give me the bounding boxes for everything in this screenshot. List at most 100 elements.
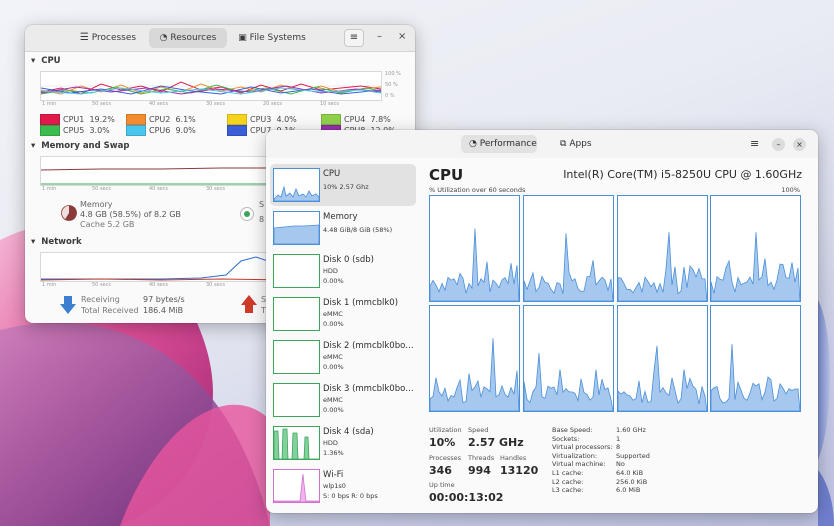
sidebar-item-name: CPU	[323, 169, 341, 179]
sidebar-thumbnail-graph	[273, 426, 320, 460]
cpu-name: CPU3	[250, 115, 272, 124]
time-label: 50 secs	[92, 101, 111, 107]
total-received-label: Total Received	[81, 306, 139, 315]
close-button[interactable]: ×	[793, 138, 806, 151]
time-label: 1 min	[42, 101, 57, 107]
swap-pie-icon	[240, 207, 254, 221]
cpu-detail-panel: CPU Intel(R) Core(TM) i5-8250U CPU @ 1.6…	[426, 158, 818, 513]
memory-history-chart	[40, 156, 292, 186]
network-history-chart	[40, 252, 292, 282]
handles-value: 13120	[500, 464, 539, 477]
chart-subtitle: % Utilization over 60 seconds	[429, 186, 526, 194]
sidebar-item-detail: 0.00%	[323, 406, 344, 414]
cpu-history-chart	[40, 71, 382, 101]
network-section-header[interactable]: ▾ Network	[31, 237, 82, 247]
receiving-label: Receiving	[81, 295, 120, 304]
tab-apps[interactable]: ⧉ Apps	[554, 135, 604, 153]
sidebar-item[interactable]: Disk 0 (sdb) HDD 0.00%	[270, 250, 416, 292]
time-label: 30 secs	[206, 282, 225, 288]
color-swatch[interactable]	[227, 125, 247, 136]
sidebar-item[interactable]: Disk 3 (mmcblk0bo… eMMC 0.00%	[270, 379, 416, 421]
cpu-usage: 3.0%	[89, 126, 110, 135]
cpu-core-graph	[617, 305, 708, 412]
sidebar-item-name: Memory	[323, 212, 358, 222]
sidebar-item[interactable]: Wi-Fi wlp1s0 S: 0 bps R: 0 bps	[270, 465, 416, 507]
tab-resources[interactable]: ◔ Resources	[149, 28, 227, 48]
uptime-label: Up time	[429, 481, 455, 489]
cpu-usage: 7.8%	[370, 115, 391, 124]
detail-key: Base Speed:	[552, 426, 593, 434]
sidebar-thumbnail-graph	[273, 469, 320, 503]
detail-value: 64.0 KiB	[616, 469, 644, 477]
sidebar-thumbnail-graph	[273, 297, 320, 331]
sidebar-item-detail: 10% 2.57 Ghz	[323, 183, 369, 191]
time-label: 1 min	[42, 186, 57, 192]
sidebar-item-detail: 4.48 GiB/8 GiB (58%)	[323, 226, 393, 234]
sidebar-item-detail: S: 0 bps R: 0 bps	[323, 492, 378, 500]
cpu-core-graph	[523, 195, 614, 302]
detail-value: Supported	[616, 451, 650, 460]
detail-value: 1.60 GHz	[616, 426, 646, 434]
cpu-core-graph	[429, 305, 520, 412]
cpu-legend-item[interactable]: CPU6 9.0%	[126, 125, 196, 137]
time-label: 40 secs	[149, 101, 168, 107]
detail-value: 8	[616, 443, 621, 452]
total-received-value: 186.4 MiB	[143, 306, 184, 315]
processes-label: Processes	[429, 454, 462, 462]
minimize-button[interactable]: –	[377, 31, 382, 42]
tab-performance[interactable]: ◔ Performance	[461, 135, 537, 153]
color-swatch[interactable]	[321, 114, 341, 125]
sidebar-thumbnail-graph	[273, 340, 320, 374]
disk-icon: ▣	[238, 33, 247, 43]
time-label: 30 secs	[206, 101, 225, 107]
axis-label: 50 %	[385, 82, 398, 88]
cpu-usage: 9.0%	[175, 126, 196, 135]
cpu-name: CPU2	[149, 115, 171, 124]
threads-value: 994	[468, 464, 491, 477]
sidebar-item[interactable]: CPU 10% 2.57 Ghz	[270, 164, 416, 206]
color-swatch[interactable]	[40, 125, 60, 136]
memory-section-header[interactable]: ▾ Memory and Swap	[31, 141, 129, 151]
time-label: 10 secs	[320, 101, 339, 107]
swap-label: S	[259, 200, 265, 209]
menu-button[interactable]: ≡	[750, 137, 759, 150]
axis-label: 0 %	[385, 93, 395, 99]
sidebar-item[interactable]: Disk 4 (sda) HDD 1.36%	[270, 422, 416, 464]
speed-label: Speed	[468, 426, 489, 434]
tab-file-systems[interactable]: ▣ File Systems	[231, 28, 313, 48]
chevron-down-icon: ▾	[31, 56, 36, 66]
cpu-section-header[interactable]: ▾ CPU	[31, 56, 61, 66]
sidebar-thumbnail-graph	[273, 254, 320, 288]
menu-button[interactable]: ≡	[344, 29, 364, 47]
sidebar-item[interactable]: Disk 1 (mmcblk0) eMMC 0.00%	[270, 293, 416, 335]
tab-processes[interactable]: ☰ Processes	[73, 28, 143, 48]
sidebar-item-detail: HDD	[323, 439, 338, 447]
cpu-usage: 6.1%	[175, 115, 196, 124]
chart-max-label: 100%	[781, 186, 800, 194]
sidebar-item[interactable]: Disk 2 (mmcblk0bo… eMMC 0.00%	[270, 336, 416, 378]
time-label: 50 secs	[92, 186, 111, 192]
apps-icon: ⧉	[560, 139, 567, 149]
cpu-legend-item[interactable]: CPU5 3.0%	[40, 125, 110, 137]
sidebar-item-name: Wi-Fi	[323, 470, 344, 480]
detail-key: Virtualization:	[552, 451, 598, 460]
memory-cache: Cache 5.2 GB	[80, 220, 135, 229]
memory-pie-icon	[61, 205, 77, 221]
color-swatch[interactable]	[40, 114, 60, 125]
handles-label: Handles	[500, 454, 527, 462]
cpu-model: Intel(R) Core(TM) i5-8250U CPU @ 1.60GHz	[563, 168, 802, 181]
sidebar-thumbnail-graph	[273, 383, 320, 417]
sidebar-item[interactable]: Memory 4.48 GiB/8 GiB (58%)	[270, 207, 416, 249]
color-swatch[interactable]	[126, 125, 146, 136]
color-swatch[interactable]	[227, 114, 247, 125]
cpu-core-graph	[710, 195, 801, 302]
minimize-button[interactable]: –	[772, 138, 785, 151]
time-label: 1 min	[42, 282, 57, 288]
cpu-core-graph	[429, 195, 520, 302]
cpu-name: CPU1	[63, 115, 85, 124]
color-swatch[interactable]	[126, 114, 146, 125]
sidebar-item-detail: eMMC	[323, 396, 343, 404]
time-label: 40 secs	[149, 186, 168, 192]
detail-key: Sockets:	[552, 434, 580, 443]
close-button[interactable]: ×	[398, 31, 406, 42]
